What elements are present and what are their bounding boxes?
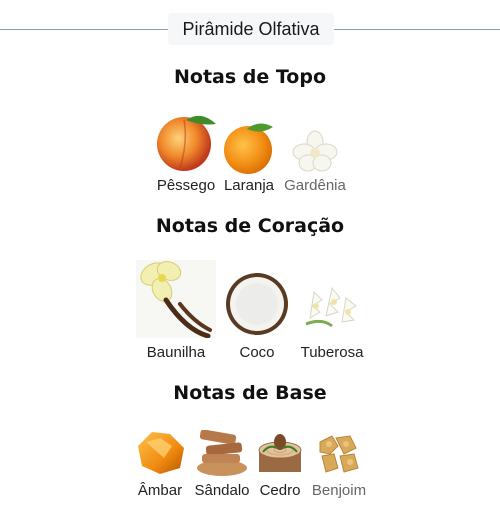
divider-right <box>334 29 500 30</box>
peach-icon <box>157 115 216 171</box>
note-benzoin[interactable]: Benjoim <box>312 432 366 499</box>
note-amber[interactable]: Âmbar <box>134 428 186 499</box>
divider-left <box>0 29 168 30</box>
tuberose-icon <box>305 286 357 328</box>
pyramid-title: Pirâmide Olfativa <box>168 13 334 45</box>
note-label: Tuberosa <box>300 344 364 361</box>
amber-icon <box>138 432 184 474</box>
cedar-icon <box>258 434 302 472</box>
note-label: Gardênia <box>284 177 346 194</box>
heart-notes-title: Notas de Coração <box>155 215 345 237</box>
note-coconut[interactable]: Coco <box>222 270 292 361</box>
note-sandalwood[interactable]: Sândalo <box>194 430 250 499</box>
top-notes-title: Notas de Topo <box>173 66 327 88</box>
base-notes-title: Notas de Base <box>173 382 327 404</box>
note-cedar[interactable]: Cedro <box>257 434 303 499</box>
gardenia-icon <box>292 130 338 172</box>
note-orange[interactable]: Laranja <box>223 123 275 194</box>
note-peach[interactable]: Pêssego <box>156 112 216 194</box>
note-label: Benjoim <box>311 482 367 499</box>
olfactory-pyramid-header: Pirâmide Olfativa <box>0 13 500 45</box>
sandalwood-icon <box>197 430 247 476</box>
benzoin-icon <box>319 435 359 473</box>
vanilla-icon <box>136 260 216 338</box>
coconut-icon <box>226 273 288 335</box>
note-gardenia[interactable]: Gardênia <box>284 130 346 194</box>
note-vanilla[interactable]: Baunilha <box>136 260 216 361</box>
note-tuberose[interactable]: Tuberosa <box>301 282 363 361</box>
orange-icon <box>224 123 273 174</box>
